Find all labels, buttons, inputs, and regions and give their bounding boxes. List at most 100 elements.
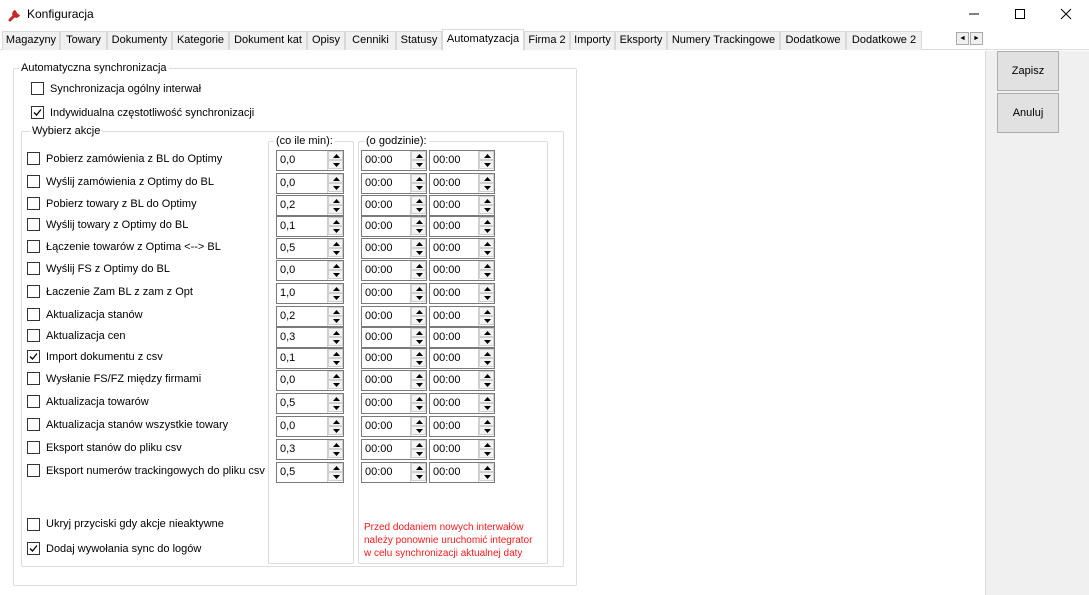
tab-towary[interactable]: Towary [60,31,107,50]
spinner-up-button[interactable] [328,463,343,472]
action-checkbox[interactable] [27,395,40,408]
spinner-down-button[interactable] [411,380,426,389]
spinner-down-button[interactable] [411,358,426,367]
spinner-down-button[interactable] [328,205,343,214]
time-from-spinner[interactable]: 00:00 [361,327,427,348]
spinner-down-button[interactable] [328,293,343,302]
spinner-down-button[interactable] [411,248,426,257]
time-from-spinner[interactable]: 00:00 [361,306,427,327]
tab-kategorie[interactable]: Kategorie [172,31,229,50]
time-to-spinner[interactable]: 00:00 [429,216,495,237]
spinner-down-button[interactable] [411,226,426,235]
spinner-up-button[interactable] [328,217,343,226]
time-from-spinner[interactable]: 00:00 [361,195,427,216]
time-from-spinner[interactable]: 00:00 [361,439,427,460]
action-checkbox[interactable] [27,152,40,165]
tab-magazyny[interactable]: Magazyny [2,31,60,50]
spinner-down-button[interactable] [328,380,343,389]
spinner-up-button[interactable] [479,196,494,205]
spinner-up-button[interactable] [328,328,343,337]
spinner-down-button[interactable] [328,248,343,257]
action-checkbox[interactable] [27,372,40,385]
action-checkbox[interactable] [27,218,40,231]
spinner-up-button[interactable] [479,239,494,248]
tab-opisy[interactable]: Opisy [307,31,345,50]
spinner-up-button[interactable] [479,463,494,472]
minimize-button[interactable] [951,0,997,28]
spinner-down-button[interactable] [411,183,426,192]
time-to-spinner[interactable]: 00:00 [429,283,495,304]
interval-spinner[interactable]: 0,1 [276,216,344,237]
spinner-down-button[interactable] [328,403,343,412]
interval-spinner[interactable]: 0,2 [276,195,344,216]
spinner-up-button[interactable] [411,349,426,358]
spinner-down-button[interactable] [479,358,494,367]
spinner-down-button[interactable] [479,205,494,214]
spinner-up-button[interactable] [328,371,343,380]
time-to-spinner[interactable]: 00:00 [429,416,495,437]
interval-spinner[interactable]: 0,5 [276,393,344,414]
spinner-up-button[interactable] [479,261,494,270]
spinner-down-button[interactable] [479,380,494,389]
spinner-down-button[interactable] [479,293,494,302]
interval-spinner[interactable]: 0,0 [276,260,344,281]
spinner-up-button[interactable] [328,307,343,316]
spinner-down-button[interactable] [328,426,343,435]
action-checkbox[interactable] [27,240,40,253]
time-to-spinner[interactable]: 00:00 [429,327,495,348]
time-from-spinner[interactable]: 00:00 [361,393,427,414]
spinner-up-button[interactable] [411,371,426,380]
spinner-down-button[interactable] [411,205,426,214]
time-to-spinner[interactable]: 00:00 [429,306,495,327]
time-from-spinner[interactable]: 00:00 [361,173,427,194]
interval-spinner[interactable]: 0,5 [276,238,344,259]
spinner-down-button[interactable] [328,226,343,235]
time-to-spinner[interactable]: 00:00 [429,439,495,460]
tab-eksporty[interactable]: Eksporty [615,31,667,50]
spinner-down-button[interactable] [328,358,343,367]
spinner-up-button[interactable] [328,349,343,358]
spinner-down-button[interactable] [411,270,426,279]
spinner-up-button[interactable] [479,328,494,337]
spinner-down-button[interactable] [479,403,494,412]
interval-spinner[interactable]: 0,1 [276,348,344,369]
spinner-up-button[interactable] [411,151,426,160]
time-from-spinner[interactable]: 00:00 [361,283,427,304]
tab-firma-2[interactable]: Firma 2 [524,31,570,50]
spinner-up-button[interactable] [411,196,426,205]
spinner-up-button[interactable] [479,284,494,293]
close-button[interactable] [1043,0,1089,28]
spinner-up-button[interactable] [479,174,494,183]
spinner-up-button[interactable] [411,394,426,403]
interval-spinner[interactable]: 0,0 [276,173,344,194]
time-from-spinner[interactable]: 00:00 [361,348,427,369]
spinner-down-button[interactable] [328,337,343,346]
spinner-down-button[interactable] [411,160,426,169]
tab-importy[interactable]: Importy [570,31,615,50]
tab-numery-trackingowe[interactable]: Numery Trackingowe [667,31,780,50]
spinner-down-button[interactable] [479,248,494,257]
tab-dokumenty[interactable]: Dokumenty [107,31,172,50]
spinner-down-button[interactable] [328,160,343,169]
time-to-spinner[interactable]: 00:00 [429,173,495,194]
spinner-down-button[interactable] [411,472,426,481]
interval-spinner[interactable]: 1,0 [276,283,344,304]
interval-spinner[interactable]: 0,0 [276,370,344,391]
interval-spinner[interactable]: 0,3 [276,327,344,348]
spinner-up-button[interactable] [411,328,426,337]
spinner-up-button[interactable] [411,440,426,449]
time-to-spinner[interactable]: 00:00 [429,393,495,414]
spinner-up-button[interactable] [479,371,494,380]
spinner-up-button[interactable] [411,463,426,472]
time-to-spinner[interactable]: 00:00 [429,195,495,216]
time-to-spinner[interactable]: 00:00 [429,238,495,259]
save-button[interactable]: Zapisz [997,51,1059,91]
time-to-spinner[interactable]: 00:00 [429,348,495,369]
spinner-down-button[interactable] [328,472,343,481]
spinner-down-button[interactable] [328,183,343,192]
spinner-down-button[interactable] [479,316,494,325]
spinner-down-button[interactable] [411,426,426,435]
tab-dodatkowe[interactable]: Dodatkowe [780,31,846,50]
spinner-up-button[interactable] [328,417,343,426]
spinner-up-button[interactable] [328,151,343,160]
